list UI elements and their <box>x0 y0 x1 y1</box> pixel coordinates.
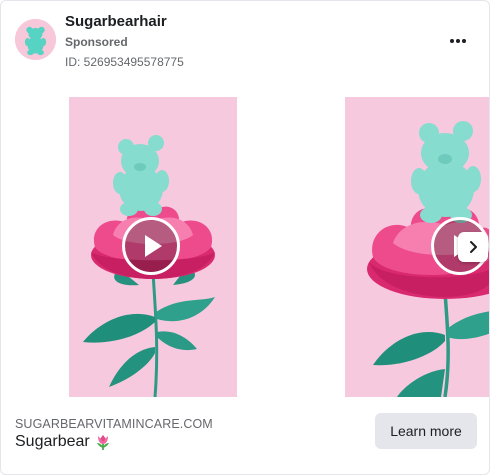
ad-card: Sugarbearhair Sponsored ID: 526953495578… <box>0 0 490 475</box>
link-title[interactable]: Sugarbear <box>15 433 111 451</box>
play-icon[interactable] <box>122 217 180 275</box>
link-title-text: Sugarbear <box>15 433 90 450</box>
media-carousel[interactable] <box>1 97 489 397</box>
link-domain[interactable]: SUGARBEARVITAMINCARE.COM <box>15 417 213 431</box>
advertiser-avatar[interactable] <box>15 19 56 60</box>
chevron-right-icon[interactable] <box>458 232 488 262</box>
ad-id: ID: 526953495578775 <box>65 55 184 69</box>
ad-header: Sugarbearhair Sponsored ID: 526953495578… <box>1 1 489 81</box>
more-options-icon[interactable] <box>445 31 471 51</box>
gummy-bear-logo-icon <box>15 19 56 60</box>
learn-more-button[interactable]: Learn more <box>375 413 477 449</box>
advertiser-name[interactable]: Sugarbearhair <box>65 13 167 30</box>
sponsored-label: Sponsored <box>65 35 128 49</box>
tulip-emoji-icon <box>95 433 111 451</box>
